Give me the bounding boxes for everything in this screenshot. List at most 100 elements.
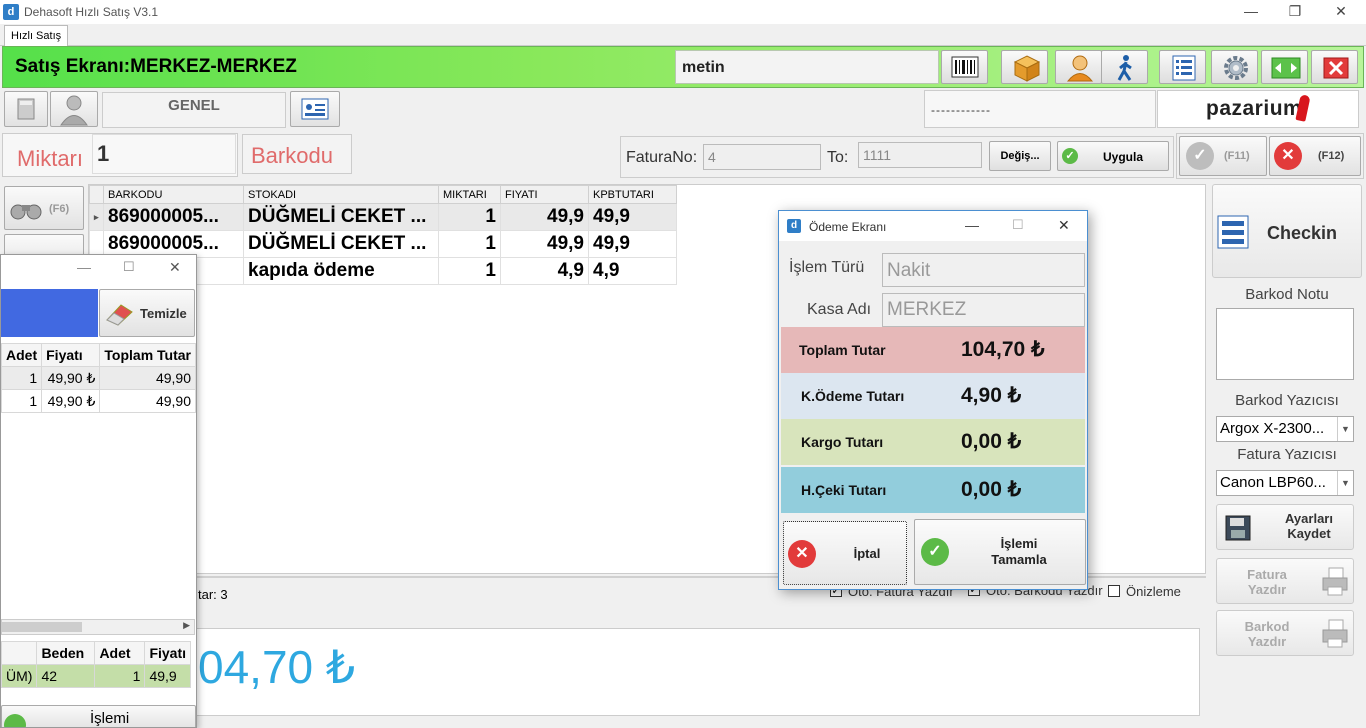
- list-icon: [1172, 55, 1196, 81]
- apply-button[interactable]: ✓ Uygula: [1057, 141, 1169, 171]
- col-kpbtutari[interactable]: KPBTUTARI: [588, 185, 677, 204]
- close-button[interactable]: ✕: [1318, 0, 1364, 24]
- variant-cell: ÜM): [1, 664, 38, 688]
- resize-button[interactable]: [1261, 50, 1308, 84]
- to-input[interactable]: 1111: [858, 142, 982, 168]
- check-grey-icon: ✓: [1186, 142, 1214, 170]
- col-beden[interactable]: Beden: [36, 641, 96, 665]
- window-title: Dehasoft Hızlı Satış V3.1: [24, 5, 159, 19]
- barcode-printer-value: Argox X-2300...: [1220, 420, 1325, 437]
- change-button[interactable]: Değiş...: [989, 141, 1051, 171]
- to-label: To:: [827, 149, 849, 166]
- gear-icon: [1224, 56, 1248, 80]
- restore-button[interactable]: ❐: [1272, 0, 1318, 24]
- walk-in-button[interactable]: [1101, 50, 1148, 84]
- calculator-button[interactable]: [4, 91, 48, 127]
- exit-button[interactable]: [1311, 50, 1358, 84]
- maximize-icon[interactable]: ☐: [123, 259, 135, 275]
- list-item[interactable]: 1 49,90 ₺ 49,90: [1, 366, 196, 390]
- list-item[interactable]: ÜM) 42 1 49,9: [1, 664, 192, 688]
- chevron-down-icon: ▼: [1337, 471, 1353, 495]
- dialog-title: Ödeme Ekranı: [809, 220, 887, 234]
- barcode-printer-select[interactable]: Argox X-2300... ▼: [1216, 416, 1354, 442]
- stock-button[interactable]: [1001, 50, 1048, 84]
- print-barcode-button[interactable]: Barkod Yazdır: [1216, 610, 1354, 656]
- barcode-label: Barkodu: [242, 134, 352, 174]
- minimize-icon[interactable]: —: [77, 259, 91, 275]
- app-logo-icon: d: [3, 4, 19, 20]
- checkin-button[interactable]: Checkin: [1212, 184, 1362, 278]
- close-icon[interactable]: ✕: [169, 259, 181, 276]
- username: metin: [682, 59, 725, 76]
- customer-select-button[interactable]: [50, 91, 98, 127]
- barcode-note-input[interactable]: [1216, 308, 1354, 380]
- info-field: ------------: [924, 90, 1156, 128]
- list-button[interactable]: [1159, 50, 1206, 84]
- complete-transaction-button[interactable]: ✓ İşlemi Tamamla: [914, 519, 1086, 585]
- complete-button[interactable]: İşlemi: [1, 705, 196, 727]
- f12-button[interactable]: ✕ (F12): [1269, 136, 1361, 176]
- variant-price: 49,9: [144, 664, 192, 688]
- binoculars-icon: [10, 204, 42, 220]
- cart-total: 49,90: [99, 366, 196, 390]
- col-adet[interactable]: Adet: [1, 343, 43, 367]
- transaction-type-input[interactable]: Nakit: [882, 253, 1085, 287]
- cell-stokadi: DÜĞMELİ CEKET ...: [243, 230, 439, 258]
- save-settings-button[interactable]: Ayarları Kaydet: [1216, 504, 1354, 550]
- customer-name: GENEL: [168, 97, 220, 114]
- minimize-icon[interactable]: —: [965, 217, 979, 233]
- settings-button[interactable]: [1211, 50, 1258, 84]
- f11-button[interactable]: ✓ (F11): [1179, 136, 1267, 176]
- minimize-button[interactable]: —: [1228, 0, 1274, 24]
- col-fiyati[interactable]: Fiyatı: [41, 343, 101, 367]
- print-invoice-button[interactable]: Fatura Yazdır: [1216, 558, 1354, 604]
- horizontal-scrollbar[interactable]: ▶: [1, 619, 195, 635]
- barcode-button[interactable]: [941, 50, 988, 84]
- id-card-icon: [301, 98, 329, 120]
- customer-card-button[interactable]: [290, 91, 340, 127]
- col-toplam[interactable]: Toplam Tutar: [99, 343, 196, 367]
- table-row[interactable]: ▸ 869000005... DÜĞMELİ CEKET ... 1 49,9 …: [89, 203, 677, 231]
- preview-checkbox[interactable]: [1108, 585, 1120, 597]
- person-grey-icon: [60, 95, 88, 126]
- cancel-button[interactable]: ✕ İptal: [783, 521, 907, 585]
- check-icon: ✓: [1062, 148, 1078, 164]
- close-icon[interactable]: ✕: [1058, 217, 1070, 234]
- complete-line1: İşlemi: [1000, 536, 1038, 551]
- search-f6-button[interactable]: (F6): [4, 186, 84, 230]
- col-fiyati[interactable]: FIYATI: [500, 185, 589, 204]
- register-name-input[interactable]: MERKEZ: [882, 293, 1085, 327]
- function-keys: ✓ (F11) ✕ (F12): [1176, 133, 1364, 179]
- check-green-icon: [4, 714, 26, 727]
- invoice-no-input[interactable]: 4: [703, 144, 821, 170]
- customer-button[interactable]: [1055, 50, 1102, 84]
- chevron-right-icon[interactable]: ▶: [183, 620, 190, 631]
- search-input[interactable]: [1, 289, 98, 337]
- cell-fiyati: 49,9: [500, 203, 589, 231]
- variant-header-row: Beden Adet Fiyatı: [1, 641, 192, 665]
- quantity-input[interactable]: 1: [92, 134, 236, 174]
- invoice-printer-value: Canon LBP60...: [1220, 474, 1326, 491]
- barcode-icon: [951, 56, 979, 78]
- cell-fiyati: 49,9: [500, 230, 589, 258]
- cod-amount-value: 4,90 ₺: [961, 384, 1022, 407]
- chevron-down-icon: ▼: [1337, 417, 1353, 441]
- clear-button[interactable]: Temizle: [99, 289, 195, 337]
- cell-miktari: 1: [438, 230, 501, 258]
- col-barkodu[interactable]: BARKODU: [103, 185, 244, 204]
- maximize-icon[interactable]: ☐: [1012, 217, 1024, 233]
- col-stokadi[interactable]: STOKADI: [243, 185, 439, 204]
- scrollbar-thumb[interactable]: [2, 622, 82, 632]
- tab-hizli-satis[interactable]: Hızlı Satış: [4, 25, 69, 46]
- col-adet[interactable]: Adet: [94, 641, 146, 665]
- box-cart-icon: [1013, 55, 1041, 82]
- quantity-label: Miktarı: [17, 146, 83, 171]
- check-green-icon: ✓: [921, 538, 949, 566]
- user-orange-icon: [1066, 55, 1094, 82]
- col-fiyati[interactable]: Fiyatı: [144, 641, 192, 665]
- row-pointer-icon: ▸: [89, 203, 104, 231]
- close-red-icon: [1323, 57, 1349, 79]
- col-miktari[interactable]: MIKTARI: [438, 185, 501, 204]
- list-item[interactable]: 1 49,90 ₺ 49,90: [1, 389, 196, 413]
- invoice-printer-select[interactable]: Canon LBP60... ▼: [1216, 470, 1354, 496]
